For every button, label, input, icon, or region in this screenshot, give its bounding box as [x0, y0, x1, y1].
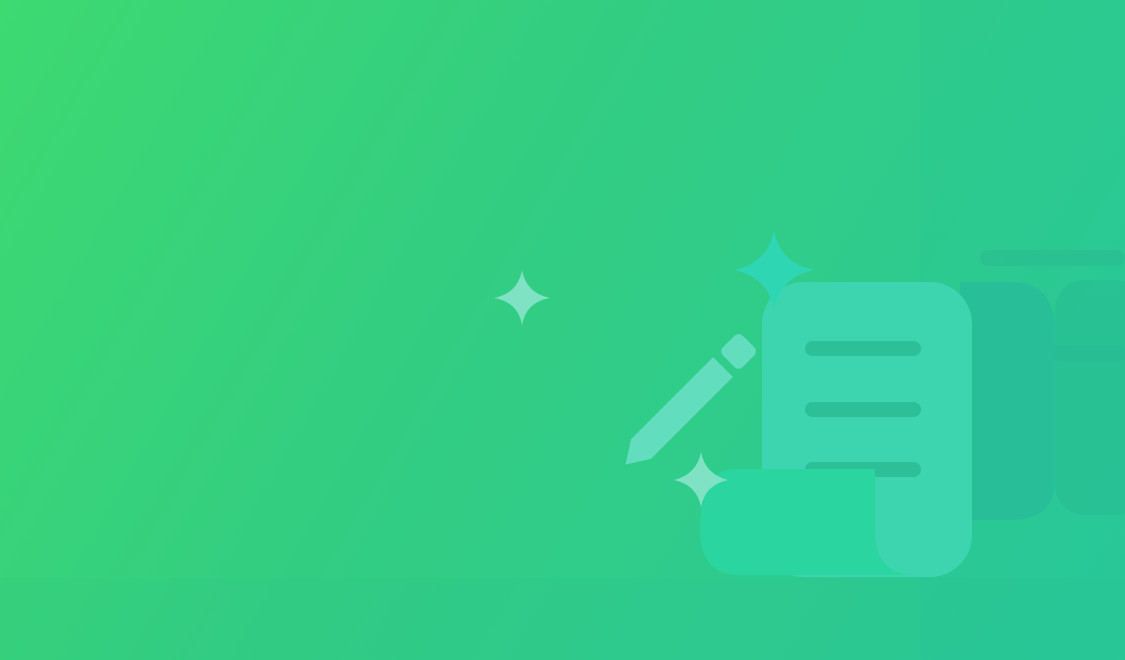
- illustration: [494, 230, 1125, 577]
- sparkle-icon: [494, 270, 550, 325]
- document-scroll-icon: [700, 282, 1055, 577]
- hero-banner: [0, 0, 1125, 660]
- pencil-icon: [625, 334, 756, 465]
